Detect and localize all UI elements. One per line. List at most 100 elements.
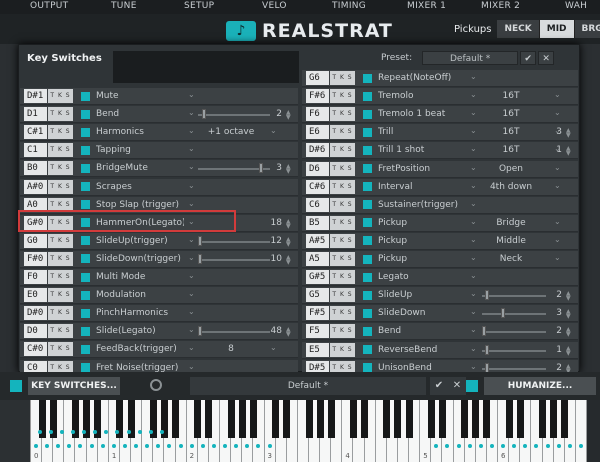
key-switch-row[interactable]: D#0 T K S PinchHarmonics ⌄ bbox=[20, 305, 298, 323]
tab-mixer-2[interactable]: MIXER 2 bbox=[481, 1, 520, 11]
enable-checkbox[interactable] bbox=[81, 182, 90, 191]
tks-toggle[interactable]: T K S bbox=[330, 306, 355, 321]
chevron-down-icon[interactable]: ⌄ bbox=[470, 72, 477, 81]
black-key[interactable] bbox=[405, 400, 413, 438]
tks-toggle[interactable]: T K S bbox=[330, 233, 355, 248]
chevron-down-icon[interactable]: ⌄ bbox=[470, 325, 477, 334]
key-note[interactable]: B5 bbox=[306, 215, 329, 230]
enable-checkbox[interactable] bbox=[363, 164, 372, 173]
key-switch-row[interactable]: A#5 T K S Pickup ⌄ Middle ⌄ bbox=[302, 232, 578, 250]
enable-checkbox[interactable] bbox=[363, 345, 372, 354]
tks-toggle[interactable]: T K S bbox=[48, 161, 73, 176]
black-key[interactable] bbox=[427, 400, 435, 438]
key-note[interactable]: G0 bbox=[24, 233, 47, 248]
enable-checkbox[interactable] bbox=[363, 290, 372, 300]
chevron-down-icon[interactable]: ⌄ bbox=[188, 362, 195, 371]
black-key[interactable] bbox=[472, 400, 480, 438]
key-switch-row[interactable]: G#5 T K S Legato ⌄ bbox=[302, 269, 578, 287]
black-key[interactable] bbox=[249, 400, 257, 438]
tab-mixer-1[interactable]: MIXER 1 bbox=[407, 1, 446, 11]
tks-toggle[interactable]: T K S bbox=[48, 270, 73, 284]
black-key[interactable] bbox=[550, 400, 558, 438]
chevron-down-icon[interactable]: ⌄ bbox=[554, 108, 561, 117]
key-switch-row[interactable]: G6 T K S Repeat(NoteOff) ⌄ bbox=[302, 70, 578, 87]
key-switch-row[interactable]: E0 T K S Modulation ⌄ bbox=[20, 287, 298, 305]
white-key[interactable] bbox=[575, 400, 587, 462]
chevron-down-icon[interactable]: ⌄ bbox=[470, 271, 477, 280]
chevron-down-icon[interactable]: ⌄ bbox=[188, 289, 195, 298]
key-note[interactable]: C#0 bbox=[24, 342, 47, 357]
enable-checkbox[interactable] bbox=[363, 308, 372, 318]
key-switch-row[interactable]: E5 T K S ReverseBend ⌄ 1 ▲ ▼ bbox=[302, 341, 578, 359]
tks-toggle[interactable]: T K S bbox=[48, 125, 73, 140]
enable-checkbox[interactable] bbox=[81, 290, 90, 300]
switch-value[interactable]: +1 octave bbox=[198, 127, 264, 137]
tks-toggle[interactable]: T K S bbox=[48, 107, 73, 122]
tks-toggle[interactable]: T K S bbox=[330, 143, 355, 158]
switch-value[interactable]: 16T bbox=[478, 91, 544, 101]
chevron-down-icon[interactable]: ⌄ bbox=[470, 217, 477, 226]
key-note[interactable]: D1 bbox=[24, 107, 47, 122]
tks-toggle[interactable]: T K S bbox=[330, 197, 355, 212]
key-note[interactable]: D#6 bbox=[306, 143, 329, 158]
stepper-icon[interactable]: ▲▼ bbox=[566, 128, 571, 139]
tab-velo[interactable]: VELO bbox=[262, 1, 287, 11]
switch-value[interactable]: Middle bbox=[478, 236, 544, 246]
key-switch-row[interactable]: F#6 T K S Tremolo ⌄ 16T ⌄ bbox=[302, 88, 578, 106]
chevron-down-icon[interactable]: ⌄ bbox=[470, 289, 477, 298]
key-switch-row[interactable]: G5 T K S SlideUp ⌄ 2 ▲ ▼ bbox=[302, 287, 578, 305]
enable-checkbox[interactable] bbox=[363, 127, 372, 137]
chevron-down-icon[interactable]: ⌄ bbox=[470, 307, 477, 316]
humanize-toggle[interactable] bbox=[466, 380, 478, 392]
key-switch-row[interactable]: D6 T K S FretPosition ⌄ Open ⌄ bbox=[302, 160, 578, 178]
key-switch-row[interactable]: F#5 T K S SlideDown ⌄ 3 ▲ ▼ bbox=[302, 305, 578, 323]
pickup-neck-button[interactable]: NECK bbox=[497, 20, 540, 38]
key-note[interactable]: G6 bbox=[306, 71, 329, 85]
black-key[interactable] bbox=[349, 400, 357, 438]
switch-value[interactable]: 8 bbox=[198, 344, 264, 354]
key-switch-row[interactable]: F5 T K S Bend ⌄ 2 ▲ ▼ bbox=[302, 323, 578, 341]
tks-toggle[interactable]: T K S bbox=[330, 342, 355, 357]
black-key[interactable] bbox=[361, 400, 369, 438]
switch-slider[interactable] bbox=[482, 331, 546, 334]
key-switch-row[interactable]: B5 T K S Pickup ⌄ Bridge ⌄ bbox=[302, 214, 578, 232]
black-key[interactable] bbox=[316, 400, 324, 438]
tab-tune[interactable]: TUNE bbox=[111, 1, 137, 11]
enable-checkbox[interactable] bbox=[363, 91, 372, 101]
switch-value[interactable]: Open bbox=[478, 164, 544, 174]
switch-slider[interactable] bbox=[482, 313, 546, 316]
enable-checkbox[interactable] bbox=[81, 163, 90, 173]
enable-checkbox[interactable] bbox=[363, 145, 372, 155]
tab-output[interactable]: OUTPUT bbox=[30, 1, 68, 11]
black-key[interactable] bbox=[505, 400, 513, 438]
tab-timing[interactable]: TIMING bbox=[332, 1, 366, 11]
slider-thumb[interactable] bbox=[485, 290, 490, 301]
black-key[interactable] bbox=[394, 400, 402, 438]
humanize-button[interactable]: HUMANIZE... bbox=[484, 377, 596, 395]
chevron-down-icon[interactable]: ⌄ bbox=[470, 90, 477, 99]
chevron-down-icon[interactable]: ⌄ bbox=[554, 217, 561, 226]
tks-toggle[interactable]: T K S bbox=[48, 179, 73, 194]
enable-checkbox[interactable] bbox=[363, 326, 372, 336]
tks-toggle[interactable]: T K S bbox=[48, 89, 73, 103]
tks-toggle[interactable]: T K S bbox=[48, 324, 73, 339]
chevron-down-icon[interactable]: ⌄ bbox=[554, 235, 561, 244]
slider-thumb[interactable] bbox=[198, 253, 202, 264]
enable-checkbox[interactable] bbox=[363, 109, 372, 119]
key-note[interactable]: F6 bbox=[306, 107, 329, 122]
stepper-icon[interactable]: ▲▼ bbox=[566, 309, 571, 320]
key-switch-row[interactable]: C#0 T K S FeedBack(trigger) ⌄ 8 ⌄ bbox=[20, 341, 298, 359]
key-note[interactable]: A#5 bbox=[306, 233, 329, 248]
bottom-preset-select[interactable]: Default * bbox=[190, 377, 426, 395]
enable-checkbox[interactable] bbox=[81, 254, 90, 264]
stepper-icon[interactable]: ▲▼ bbox=[566, 345, 571, 356]
tks-toggle[interactable]: T K S bbox=[330, 270, 355, 285]
preset-close-button[interactable]: ✕ bbox=[538, 51, 555, 65]
key-note[interactable]: C#1 bbox=[24, 125, 47, 140]
black-key[interactable] bbox=[383, 400, 391, 438]
key-note[interactable]: G5 bbox=[306, 288, 329, 303]
enable-checkbox[interactable] bbox=[81, 363, 90, 372]
tks-toggle[interactable]: T K S bbox=[330, 125, 355, 140]
stepper-icon[interactable]: ▲▼ bbox=[286, 218, 291, 229]
key-switch-row[interactable]: G0 T K S SlideUp(trigger) ⌄ 12 ▲ ▼ bbox=[20, 232, 298, 250]
